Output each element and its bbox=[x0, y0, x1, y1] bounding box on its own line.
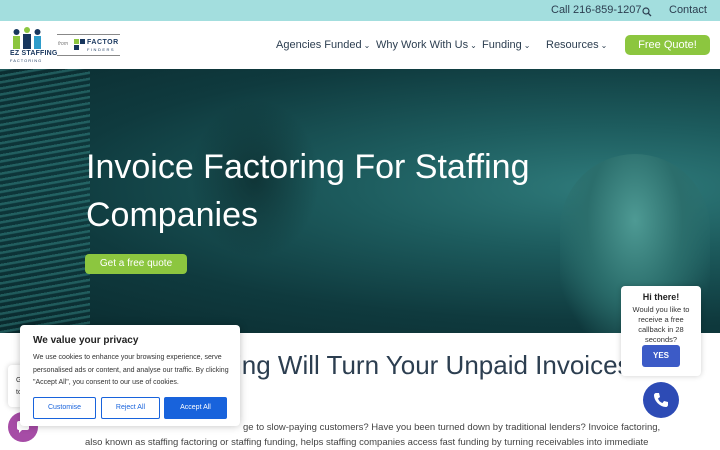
get-free-quote-button[interactable]: Get a free quote bbox=[85, 254, 187, 274]
phone-link[interactable]: Call 216-859-1207 bbox=[551, 4, 642, 16]
top-bar: Call 216-859-1207 Contact bbox=[0, 0, 720, 21]
logo-brand: EZ STAFFING bbox=[10, 50, 58, 57]
logo-divider bbox=[57, 34, 120, 35]
hero-banner: Invoice Factoring For Staffing Companies… bbox=[0, 69, 720, 333]
site-header: EZ STAFFING FACTORING from FACTOR FINDER… bbox=[0, 21, 720, 69]
cookie-customise-button[interactable]: Customise bbox=[33, 397, 96, 419]
chevron-down-icon: ⌄ bbox=[600, 41, 608, 50]
hero-title-line2: Companies bbox=[86, 196, 258, 234]
logo-divider-bottom bbox=[57, 55, 120, 56]
paragraph-line-2: also known as staffing factoring or staf… bbox=[85, 437, 649, 448]
cookie-title: We value your privacy bbox=[33, 335, 139, 346]
hero-title: Invoice Factoring For Staffing Companies bbox=[86, 143, 586, 239]
nav-label: Why Work With Us bbox=[376, 39, 469, 51]
nav-label: Agencies Funded bbox=[276, 39, 362, 51]
logo-partner: FACTOR bbox=[87, 39, 119, 46]
nav-label: Resources bbox=[546, 39, 599, 51]
chevron-down-icon: ⌄ bbox=[363, 41, 371, 50]
cookie-consent-banner: We value your privacy We use cookies to … bbox=[20, 325, 240, 426]
phone-icon bbox=[654, 393, 668, 407]
cookie-accept-button[interactable]: Accept All bbox=[164, 397, 227, 419]
logo-from: from bbox=[58, 41, 68, 47]
call-button[interactable] bbox=[643, 382, 679, 418]
search-icon[interactable] bbox=[642, 4, 654, 17]
chevron-down-icon: ⌄ bbox=[523, 41, 531, 50]
logo-brand-sub: FACTORING bbox=[10, 58, 43, 63]
paragraph-line-1: ge to slow-paying customers? Have you be… bbox=[243, 422, 661, 433]
logo-partner-sub: FINDERS bbox=[87, 47, 116, 52]
hero-window-blinds bbox=[0, 69, 90, 333]
hero-title-line1: Invoice Factoring For Staffing bbox=[86, 148, 530, 186]
nav-funding[interactable]: Funding ⌄ bbox=[482, 39, 530, 51]
cookie-reject-button[interactable]: Reject All bbox=[101, 397, 160, 419]
chat-yes-button[interactable]: YES bbox=[642, 345, 680, 367]
logo-people-icon bbox=[13, 27, 41, 49]
factor-finders-icon bbox=[74, 39, 85, 50]
nav-why-work-with-us[interactable]: Why Work With Us ⌄ bbox=[376, 39, 477, 51]
chat-message: Would you like to receive a free callbac… bbox=[632, 305, 690, 344]
nav-agencies-funded[interactable]: Agencies Funded ⌄ bbox=[276, 39, 370, 51]
site-logo[interactable]: EZ STAFFING FACTORING from FACTOR FINDER… bbox=[10, 27, 122, 63]
nav-label: Funding bbox=[482, 39, 522, 51]
callback-chat-widget: Hi there! Would you like to receive a fr… bbox=[621, 286, 701, 376]
section-heading: ing Will Turn Your Unpaid Invoices bbox=[236, 350, 631, 380]
chat-greeting: Hi there! bbox=[642, 292, 680, 302]
cookie-text: We use cookies to enhance your browsing … bbox=[33, 354, 229, 386]
chevron-down-icon: ⌄ bbox=[470, 41, 477, 50]
nav-resources[interactable]: Resources ⌄ bbox=[546, 39, 607, 51]
free-quote-button[interactable]: Free Quote! bbox=[625, 35, 710, 55]
contact-link[interactable]: Contact bbox=[669, 4, 707, 16]
